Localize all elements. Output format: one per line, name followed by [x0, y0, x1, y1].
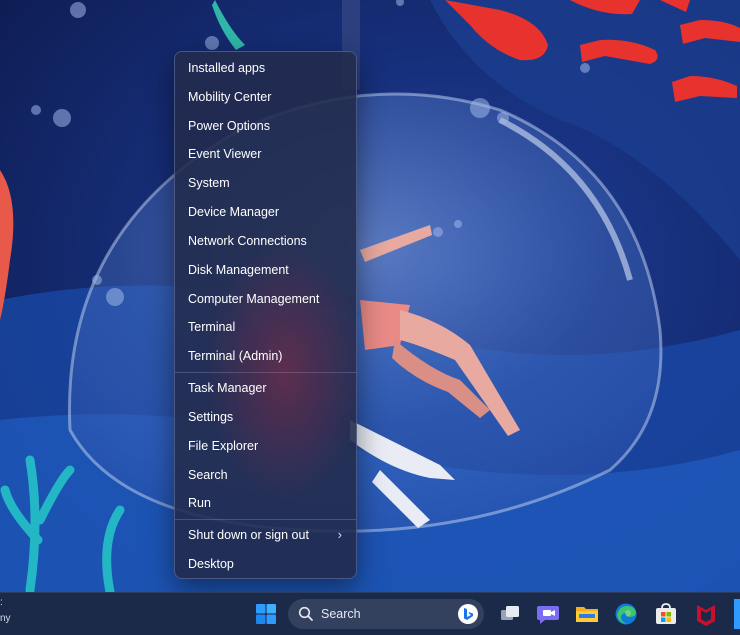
microsoft-store-icon[interactable] [653, 601, 679, 627]
desktop-wallpaper [0, 0, 740, 592]
menu-item-desktop[interactable]: Desktop [179, 551, 352, 577]
menu-item-terminal-admin[interactable]: Terminal (Admin) [179, 343, 352, 369]
menu-item-event-viewer[interactable]: Event Viewer [179, 141, 352, 167]
menu-separator [175, 519, 356, 520]
menu-item-search[interactable]: Search [179, 462, 352, 488]
taskbar-search-box[interactable]: Search [288, 599, 484, 629]
menu-item-settings[interactable]: Settings [179, 404, 352, 430]
menu-item-mobility-center[interactable]: Mobility Center [179, 84, 352, 110]
search-icon [298, 606, 313, 621]
menu-item-task-manager[interactable]: Task Manager [179, 375, 352, 401]
menu-item-network-connections[interactable]: Network Connections [179, 228, 352, 254]
edge-icon[interactable] [613, 601, 639, 627]
menu-item-terminal[interactable]: Terminal [179, 314, 352, 340]
menu-item-installed-apps[interactable]: Installed apps [179, 55, 352, 81]
mcafee-icon[interactable] [693, 601, 719, 627]
menu-item-label: Shut down or sign out [188, 528, 309, 542]
widgets-text-line1[interactable]: : [0, 597, 3, 609]
quick-link-context-menu: Installed apps Mobility Center Power Opt… [174, 51, 357, 579]
menu-item-file-explorer[interactable]: File Explorer [179, 433, 352, 459]
file-explorer-icon[interactable] [574, 601, 600, 627]
menu-item-shut-down-or-sign-out[interactable]: Shut down or sign out › [179, 522, 352, 548]
menu-item-disk-management[interactable]: Disk Management [179, 257, 352, 283]
menu-item-power-options[interactable]: Power Options [179, 113, 352, 139]
menu-item-computer-management[interactable]: Computer Management [179, 286, 352, 312]
taskbar-overflow-edge [734, 599, 740, 629]
menu-item-run[interactable]: Run [179, 490, 352, 516]
search-placeholder: Search [321, 607, 361, 621]
start-icon[interactable] [253, 601, 279, 627]
menu-item-device-manager[interactable]: Device Manager [179, 199, 352, 225]
taskbar: : ny Search [0, 592, 740, 635]
teams-chat-icon[interactable] [535, 601, 561, 627]
bing-icon[interactable] [457, 603, 479, 625]
chevron-right-icon: › [337, 527, 342, 542]
menu-separator [175, 372, 356, 373]
menu-item-system[interactable]: System [179, 170, 352, 196]
task-view-icon[interactable] [497, 601, 523, 627]
widgets-text-line2[interactable]: ny [0, 613, 11, 625]
